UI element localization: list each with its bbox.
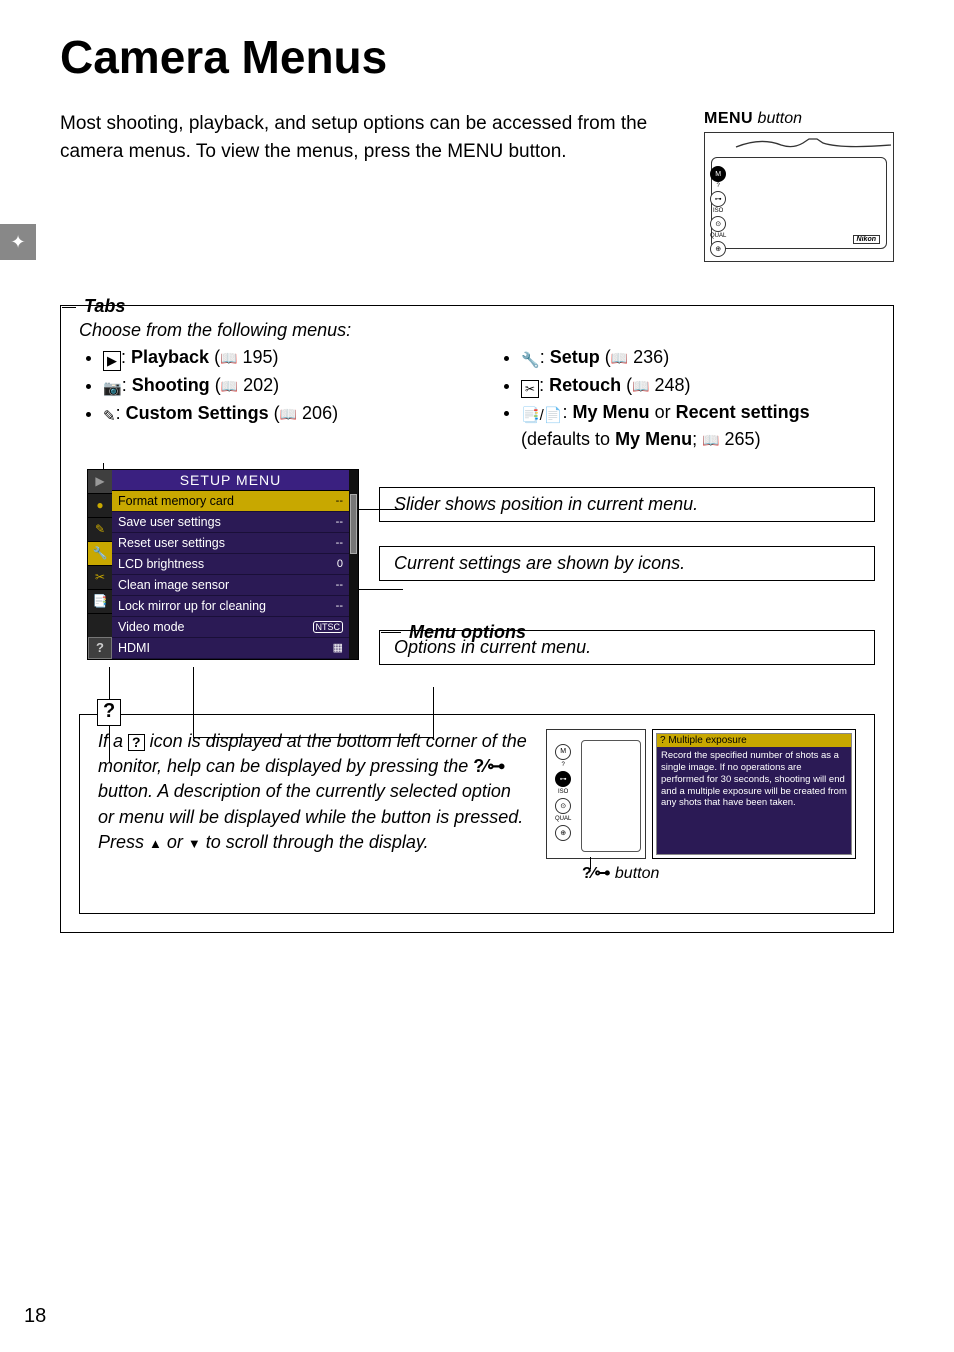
help-figure: M ? ⊶ ISO ⊙ QUAL ⊕ [546, 729, 856, 895]
lcd-tab-icon: ✎ [88, 518, 112, 542]
book-icon: 📖 [221, 378, 238, 394]
book-icon: 📖 [611, 350, 628, 366]
help-paragraph: If a ? icon is displayed at the bottom l… [98, 729, 528, 895]
up-arrow-icon [149, 832, 162, 852]
lcd-row: LCD brightness0 [112, 554, 349, 575]
camera-help-button-icon: ⊶ [555, 771, 571, 787]
tabs-item: ✎: Custom Settings (📖 206) [103, 401, 457, 427]
callout-icons: Current settings are shown by icons. [379, 546, 875, 581]
lcd-row: Format memory card-- [112, 491, 349, 512]
lcd-tab-icon: 📑 [88, 590, 112, 614]
callout-menu-options: Options in current menu. [379, 630, 875, 665]
nikon-badge: Nikon [853, 235, 880, 244]
help-icon-heading: ? [97, 699, 121, 726]
lcd-tab-icon: ✂ [88, 566, 112, 590]
callout-slider: Slider shows position in current menu. [379, 487, 875, 522]
page-number: 18 [24, 1305, 46, 1328]
camera-qual-button-icon: ⊕ [710, 241, 726, 257]
camera-iso-button-icon: ⊙ [555, 798, 571, 814]
book-icon: 📖 [220, 350, 237, 366]
lcd-row: Save user settings-- [112, 512, 349, 533]
lcd-tab-icon: 🔧 [88, 542, 112, 566]
lcd-row: Video modeNTSC [112, 617, 349, 638]
book-icon: 📖 [702, 432, 719, 448]
menu-button-figure: MENU button M ? ⊶ ISO ⊙ QUAL ⊕ N [704, 110, 894, 262]
help-screen-body: Record the specified number of shots as … [657, 747, 851, 854]
intro-paragraph: Most shooting, playback, and setup optio… [60, 110, 668, 262]
help-screen-title: ? Multiple exposure [657, 734, 851, 747]
tabs-item: 🔧: Setup (📖 236) [521, 345, 875, 371]
tabs-item: 📷: Shooting (📖 202) [103, 373, 457, 399]
lcd-row: Lock mirror up for cleaning-- [112, 596, 349, 617]
page-title: Camera Menus [60, 30, 894, 84]
tabs-item: ✂: Retouch (📖 248) [521, 373, 875, 398]
menu-word: MENU [704, 110, 753, 127]
tabs-item: ▶: Playback (📖 195) [103, 345, 457, 371]
book-icon: 📖 [632, 378, 649, 394]
lcd-row: HDMI▦ [112, 638, 349, 659]
lcd-row: Clean image sensor-- [112, 575, 349, 596]
lcd-row: Reset user settings-- [112, 533, 349, 554]
tabs-frame: Choose from the following menus: ▶: Play… [60, 305, 894, 933]
lcd-header: SETUP MENU [112, 470, 349, 491]
camera-menu-button-icon: M [555, 744, 571, 760]
lcd-tab-icon: ▶ [88, 470, 112, 494]
camera-iso-button-icon: ⊙ [710, 216, 726, 232]
book-icon: 📖 [280, 406, 297, 422]
setup-menu-screenshot: ▶●✎🔧✂📑? SETUP MENU Format memory card--S… [87, 469, 359, 660]
tabs-item: 📑/📄: My Menu or Recent settings (default… [521, 400, 875, 451]
help-button-glyph: ?⁄⊶ [582, 865, 610, 882]
camera-qual-button-icon: ⊕ [555, 825, 571, 841]
help-q-icon: ? [128, 734, 145, 751]
lcd-tab-icon: ● [88, 494, 112, 518]
tabs-choose-line: Choose from the following menus: [79, 320, 875, 341]
lcd-scrollbar [349, 470, 358, 659]
down-arrow-icon [188, 832, 201, 852]
camera-menu-button-icon: M [710, 166, 726, 182]
lcd-help-tab-icon: ? [88, 637, 112, 659]
camera-help-button-icon: ⊶ [710, 191, 726, 207]
